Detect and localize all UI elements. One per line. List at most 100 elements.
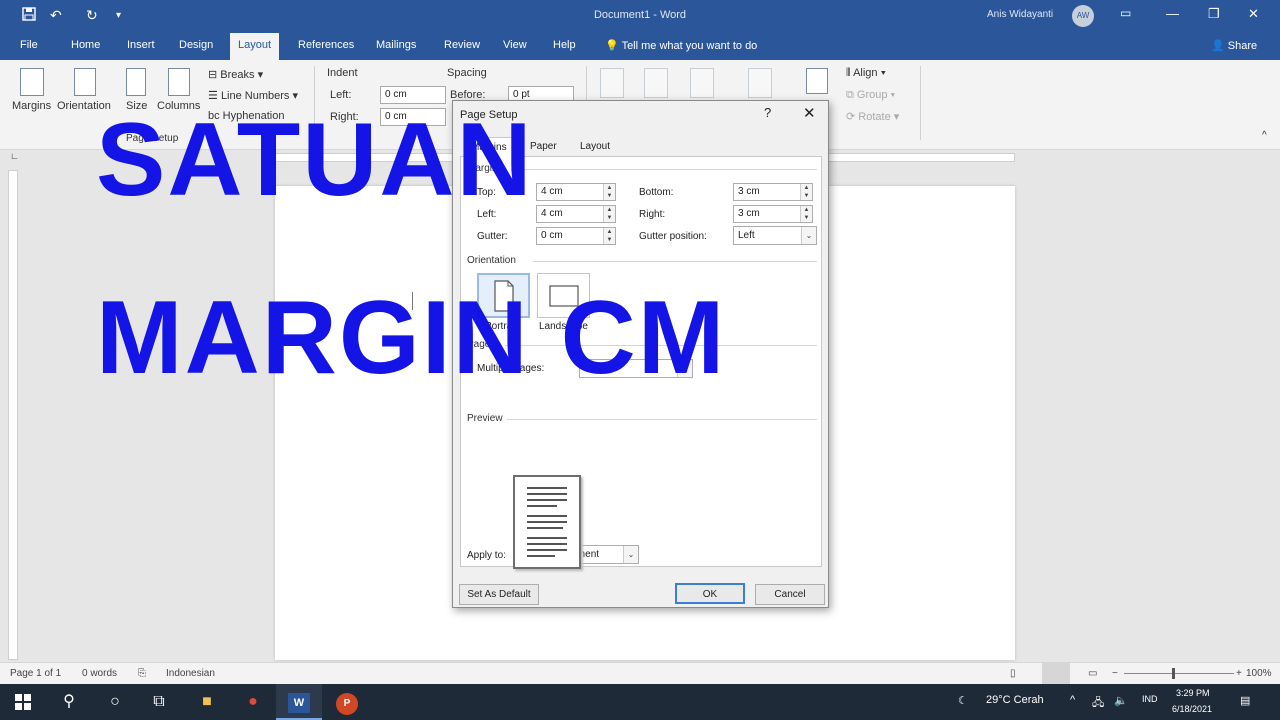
tab-layout[interactable]: Layout <box>574 140 616 153</box>
set-as-default-button[interactable]: Set As Default <box>459 584 539 605</box>
tab-review[interactable]: Review <box>444 39 480 51</box>
line-numbers-button[interactable]: ☰ Line Numbers ▾ <box>208 89 298 102</box>
align-button[interactable]: ⫴ Align ▾ <box>846 67 886 80</box>
tab-design[interactable]: Design <box>179 39 213 51</box>
tell-me-label: Tell me what you want to do <box>621 40 758 52</box>
page-count[interactable]: Page 1 of 1 <box>10 668 61 679</box>
spin-arrows-icon[interactable]: ▲ ▼ <box>603 184 615 200</box>
indent-left-label: Left: <box>330 89 352 101</box>
word-app-icon[interactable]: W <box>276 684 322 720</box>
zoom-in-icon[interactable]: + <box>1236 668 1242 679</box>
status-bar: Page 1 of 1 0 words ⎘ Indonesian ▯ ▭ − +… <box>0 662 1280 684</box>
user-name[interactable]: Anis Widayanti <box>987 9 1053 20</box>
minimize-icon[interactable]: — <box>1166 6 1179 21</box>
tab-help[interactable]: Help <box>553 39 576 51</box>
tab-selector-icon[interactable]: ∟ <box>10 151 19 161</box>
share-button[interactable]: 👤 Share <box>1211 39 1257 52</box>
spacing-heading: Spacing <box>447 67 487 79</box>
preview-line <box>527 505 557 507</box>
gutter-input[interactable]: 0 cm ▲ ▼ <box>536 227 616 245</box>
gutter-position-select[interactable]: Left ⌄ <box>733 226 817 245</box>
word-count[interactable]: 0 words <box>82 668 117 679</box>
position-icon[interactable] <box>600 68 624 98</box>
ribbon-display-icon[interactable]: ▭ <box>1120 6 1131 20</box>
cortana-icon[interactable]: ○ <box>92 684 138 720</box>
section-divider <box>533 261 817 262</box>
weather-text[interactable]: 29°C Cerah <box>986 694 1044 706</box>
size-icon[interactable] <box>126 68 146 96</box>
chevron-down-icon: ⌄ <box>623 546 638 563</box>
breaks-button[interactable]: ⊟ Breaks ▾ <box>208 68 263 81</box>
margins-icon[interactable] <box>20 68 44 96</box>
spin-arrows-icon[interactable]: ▲ ▼ <box>603 206 615 222</box>
chrome-icon[interactable]: ● <box>230 684 276 720</box>
bottom-margin-input[interactable]: 3 cm ▲ ▼ <box>733 183 813 201</box>
chevron-up-icon[interactable]: ^ <box>1070 694 1075 706</box>
left-margin-input[interactable]: 4 cm ▲ ▼ <box>536 205 616 223</box>
read-mode-icon[interactable]: ▯ <box>1010 668 1016 679</box>
breaks-icon: ⊟ <box>208 69 218 81</box>
clock-date[interactable]: 6/18/2021 <box>1172 704 1212 714</box>
proofing-icon[interactable]: ⎘ <box>138 668 146 679</box>
columns-icon[interactable] <box>168 68 190 96</box>
section-divider <box>511 169 817 170</box>
avatar[interactable]: AW <box>1072 5 1094 27</box>
overlay-title-line2: MARGIN CM <box>96 280 727 396</box>
tab-layout[interactable]: Layout <box>230 33 280 60</box>
gutter-position-label: Gutter position: <box>639 231 707 242</box>
send-backward-icon[interactable] <box>748 68 772 98</box>
tab-references[interactable]: References <box>298 39 354 51</box>
input-language[interactable]: IND <box>1142 694 1158 704</box>
bring-forward-icon[interactable] <box>690 68 714 98</box>
collapse-ribbon-icon[interactable]: ^ <box>1262 130 1267 141</box>
clock-time[interactable]: 3:29 PM <box>1176 688 1210 698</box>
language-indicator[interactable]: Indonesian <box>166 668 215 679</box>
notifications-icon[interactable]: ▤ <box>1240 694 1250 707</box>
web-layout-icon[interactable]: ▭ <box>1088 668 1097 679</box>
tab-home[interactable]: Home <box>71 39 100 51</box>
line-numbers-label: Line Numbers <box>220 90 290 102</box>
help-icon[interactable]: ? <box>764 105 771 120</box>
ok-button[interactable]: OK <box>675 583 745 604</box>
wrap-text-icon[interactable] <box>644 68 668 98</box>
spin-arrows-icon[interactable]: ▲ ▼ <box>800 184 812 200</box>
close-icon[interactable]: ✕ <box>1248 6 1259 22</box>
zoom-level[interactable]: 100% <box>1246 668 1272 679</box>
rotate-button[interactable]: ⟳ Rotate ▾ <box>846 110 899 123</box>
volume-icon[interactable]: 🔈 <box>1114 694 1128 707</box>
tab-mailings[interactable]: Mailings <box>376 39 416 51</box>
windows-start-icon[interactable] <box>0 684 46 720</box>
selection-pane-icon[interactable] <box>806 68 828 94</box>
bottom-label: Bottom: <box>639 187 674 198</box>
cancel-button[interactable]: Cancel <box>755 584 825 605</box>
search-icon[interactable]: ⚲ <box>46 684 92 720</box>
powerpoint-app-icon[interactable]: P <box>324 684 370 720</box>
restore-icon[interactable]: ❐ <box>1208 6 1220 22</box>
spin-arrows-icon[interactable]: ▲ ▼ <box>603 228 615 244</box>
separator <box>920 66 921 140</box>
group-label: Group <box>856 89 888 101</box>
task-view-icon[interactable]: ⧉ <box>136 684 182 720</box>
right-margin-input[interactable]: 3 cm ▲ ▼ <box>733 205 813 223</box>
tab-insert[interactable]: Insert <box>127 39 155 51</box>
print-layout-icon[interactable] <box>1042 663 1070 684</box>
group-button[interactable]: ⧉ Group ▾ <box>846 89 895 102</box>
section-divider <box>507 419 817 420</box>
network-icon[interactable]: 🖧 <box>1092 694 1104 713</box>
zoom-out-icon[interactable]: − <box>1112 668 1118 679</box>
orientation-icon[interactable] <box>74 68 96 96</box>
tab-view[interactable]: View <box>503 39 527 51</box>
spin-arrows-icon[interactable]: ▲ ▼ <box>800 206 812 222</box>
top-margin-input[interactable]: 4 cm ▲ ▼ <box>536 183 616 201</box>
file-explorer-icon[interactable]: ■ <box>184 684 230 720</box>
preview-line <box>527 493 567 495</box>
zoom-slider[interactable] <box>1124 673 1234 674</box>
overlay-title-line1: SATUAN <box>96 102 534 218</box>
tab-file[interactable]: File <box>20 39 38 51</box>
margins-button[interactable]: Margins <box>12 100 51 112</box>
tell-me-search[interactable]: 💡 Tell me what you want to do <box>605 39 757 52</box>
weather-icon[interactable]: ☾ <box>958 694 968 707</box>
zoom-slider-thumb[interactable] <box>1172 668 1175 679</box>
vertical-ruler[interactable] <box>8 170 18 660</box>
close-icon[interactable]: ✕ <box>803 104 816 122</box>
